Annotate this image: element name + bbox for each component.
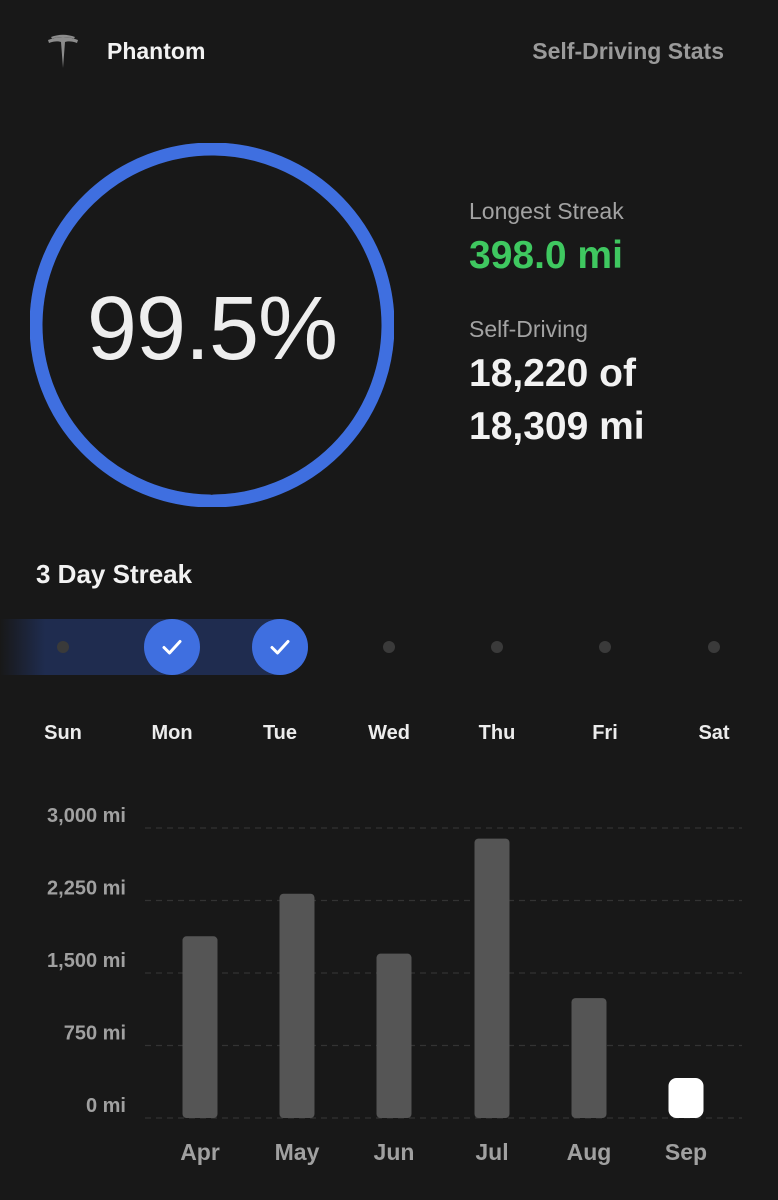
x-tick-label: Sep [665,1139,707,1165]
day-label: Sun [44,722,82,744]
y-tick-label: 1,500 mi [47,950,126,972]
day-incomplete-dot [57,641,69,653]
y-tick-label: 0 mi [86,1095,126,1117]
bar-jun[interactable] [376,953,412,1118]
x-tick-label: Jun [374,1139,415,1165]
day-label: Wed [368,722,410,744]
y-tick-label: 2,250 mi [47,878,126,900]
self-driving-label: Self-Driving [469,316,588,342]
tesla-logo-icon [44,34,82,72]
bar-jul[interactable] [474,838,510,1118]
monthly-miles-chart: 0 mi 750 mi 1,500 mi 2,250 mi 3,000 mi Apr May… [47,805,742,1165]
x-tick-label: Jul [475,1139,508,1165]
day-label: Sat [698,722,730,744]
day-label: Tue [262,722,298,744]
bar-may[interactable] [279,893,315,1118]
bar-sep[interactable] [668,1078,704,1118]
x-tick-label: Apr [180,1139,220,1165]
longest-streak-label: Longest Streak [469,198,624,224]
day-completed-check-icon [144,619,200,675]
streak-title: 3 Day Streak [36,559,193,589]
y-tick-label: 3,000 mi [47,805,126,827]
day-label: Mon [151,722,193,744]
day-completed-check-icon [252,619,308,675]
bar-apr[interactable] [182,936,218,1118]
x-tick-label: Aug [567,1139,612,1165]
self-driving-percentage: 99.5% [86,279,338,379]
day-label: Thu [478,722,516,744]
bar-aug[interactable] [571,998,607,1118]
car-name[interactable]: Phantom [107,38,205,65]
day-incomplete-dot [491,641,503,653]
day-incomplete-dot [383,641,395,653]
self-driving-value-line2: 18,309 mi [469,405,645,448]
day-incomplete-dot [708,641,720,653]
y-tick-label: 750 mi [64,1023,126,1045]
longest-streak-value: 398.0 mi [469,234,623,277]
x-tick-label: May [275,1139,320,1165]
day-incomplete-dot [599,641,611,653]
page-title: Self-Driving Stats [532,38,724,64]
day-label: Fri [592,722,618,744]
self-driving-value-line1: 18,220 of [469,352,636,395]
